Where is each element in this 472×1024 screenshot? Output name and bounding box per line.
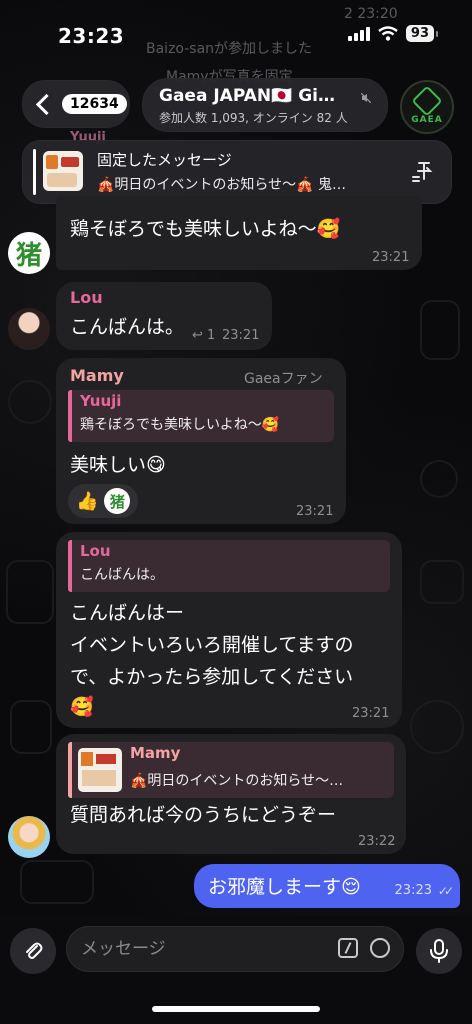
reaction-pill[interactable]: 👍 猪 bbox=[68, 484, 139, 518]
battery-indicator: 93 bbox=[405, 25, 439, 42]
microphone-icon bbox=[430, 939, 448, 963]
message-bubble-mamy-3[interactable]: Mamy 🎪明日のイベントのお知らせ～… 質問あれば今のうちにどうぞー 23:2… bbox=[56, 734, 406, 854]
chat-title-button[interactable]: Gaea JAPAN🇯🇵 Gi… 参加人数 1,093, オンライン 82 人 bbox=[142, 78, 388, 132]
avatar-mamy[interactable] bbox=[8, 816, 50, 858]
message-time: 23:22 bbox=[358, 834, 396, 849]
pinned-title: 固定したメッセージ bbox=[97, 151, 232, 169]
quote-text: こんばんは。 bbox=[80, 567, 164, 583]
group-avatar[interactable]: GAEA bbox=[400, 80, 454, 134]
pinned-indicator bbox=[33, 149, 36, 195]
avatar-glyph: 猪 bbox=[15, 240, 42, 271]
reply-arrow-icon: ↩ bbox=[192, 328, 203, 343]
reply-count: 1 bbox=[207, 328, 216, 343]
message-bubble-mamy-2[interactable]: Lou こんばんは。 こんばんはー イベントいろいろ開催してますの で、よかった… bbox=[56, 532, 402, 728]
cellular-signal-icon bbox=[347, 26, 370, 41]
message-text: 質問あれば今のうちにどうぞー bbox=[70, 804, 337, 826]
chat-title: Gaea JAPAN🇯🇵 Gi… bbox=[159, 86, 335, 106]
reply-indicator[interactable]: ↩ 1 bbox=[192, 328, 215, 343]
reply-quote[interactable]: Lou こんばんは。 bbox=[68, 540, 390, 592]
status-icons: 93 bbox=[347, 25, 439, 42]
quote-sender: Yuuji bbox=[80, 392, 122, 410]
pinned-message-bar[interactable]: 固定したメッセージ 🎪明日のイベントのお知らせ～🎪 鬼… bbox=[22, 140, 452, 204]
message-time: 23:21 bbox=[352, 706, 390, 721]
back-button[interactable]: 12634 bbox=[22, 80, 130, 128]
message-time: 23:21 bbox=[296, 504, 334, 519]
paperclip-icon bbox=[26, 942, 43, 959]
message-bubble-lou[interactable]: Lou こんばんは。 ↩ 1 23:21 bbox=[56, 282, 272, 350]
message-text-line-3: で、よかったら参加してください bbox=[70, 666, 354, 688]
pinned-thumbnail bbox=[43, 151, 83, 191]
gaea-logo-icon bbox=[411, 84, 443, 117]
muted-icon bbox=[361, 93, 371, 103]
sender-role: Gaeaファン bbox=[244, 371, 323, 387]
message-time: 23:21 bbox=[372, 250, 410, 265]
behind-reply-time: 2 23:20 bbox=[344, 6, 398, 22]
read-receipt-icon: ✓✓ bbox=[437, 884, 454, 898]
chat-member-count: 参加人数 1,093, オンライン 82 人 bbox=[159, 111, 348, 125]
wifi-icon bbox=[378, 26, 398, 41]
message-text: お邪魔しまーす😌 bbox=[208, 876, 361, 898]
message-text: 美味しい😋 bbox=[70, 454, 166, 476]
reply-quote[interactable]: Yuuji 鶏そぼろでも美味しいよね～🥰 bbox=[68, 390, 334, 442]
command-icon[interactable] bbox=[338, 938, 358, 958]
microphone-button[interactable] bbox=[416, 928, 462, 974]
reply-quote[interactable]: Mamy 🎪明日のイベントのお知らせ～… bbox=[68, 742, 394, 798]
quote-thumbnail bbox=[78, 748, 122, 792]
message-text-line-2: イベントいろいろ開催してますの bbox=[70, 634, 354, 656]
quote-text: 鶏そぼろでも美味しいよね～🥰 bbox=[80, 417, 280, 433]
avatar-yuuji[interactable]: 猪 bbox=[8, 232, 50, 274]
message-time: 23:21 bbox=[222, 328, 260, 343]
status-time: 23:23 bbox=[58, 24, 125, 48]
quote-text: 🎪明日のイベントのお知らせ～… bbox=[130, 773, 344, 789]
system-message-joined: Baizo-sanが参加しました bbox=[146, 41, 313, 57]
quote-sender: Mamy bbox=[130, 744, 181, 762]
sender-name: Mamy bbox=[70, 366, 124, 385]
chevron-left-icon bbox=[35, 93, 58, 115]
quote-sender: Lou bbox=[80, 542, 111, 560]
message-time: 23:23 bbox=[394, 883, 432, 898]
pin-list-icon[interactable] bbox=[411, 159, 437, 185]
reactor-avatar: 猪 bbox=[104, 488, 131, 514]
sticker-icon[interactable] bbox=[370, 938, 390, 958]
outgoing-message-bubble[interactable]: お邪魔しまーす😌 23:23 ✓✓ bbox=[194, 864, 460, 908]
group-avatar-label: GAEA bbox=[411, 114, 443, 125]
message-text: こんばんは。 bbox=[70, 316, 185, 338]
thumbs-up-icon: 👍 bbox=[76, 490, 99, 512]
pinned-text: 🎪明日のイベントのお知らせ～🎪 鬼… bbox=[97, 177, 347, 193]
message-text-line-1: こんばんはー bbox=[70, 602, 185, 624]
unread-count-badge: 12634 bbox=[62, 94, 127, 114]
message-text-line-4: 🥰 bbox=[70, 696, 94, 718]
avatar-lou[interactable] bbox=[8, 308, 50, 350]
home-indicator bbox=[152, 1006, 320, 1012]
message-bubble-yuuji[interactable]: 鶏そぼろでも美味しいよね～🥰 23:21 bbox=[56, 196, 422, 270]
message-bubble-mamy[interactable]: Mamy Gaeaファン Yuuji 鶏そぼろでも美味しいよね～🥰 美味しい😋 … bbox=[56, 358, 346, 524]
message-text: 鶏そぼろでも美味しいよね～🥰 bbox=[70, 218, 341, 240]
attach-button[interactable] bbox=[10, 928, 56, 974]
sender-name: Lou bbox=[70, 288, 103, 307]
